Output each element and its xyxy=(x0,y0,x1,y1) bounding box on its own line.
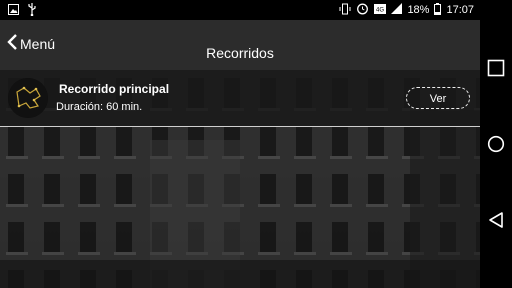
home-icon[interactable] xyxy=(487,135,505,153)
alarm-icon xyxy=(356,2,369,18)
clock: 17:07 xyxy=(446,4,474,16)
app-bar: Menú Recorridos xyxy=(0,20,480,71)
status-bar: 4G 18% 17:07 xyxy=(0,0,480,20)
network-icon: 4G xyxy=(374,3,387,18)
tour-thumbnail xyxy=(8,78,48,118)
image-icon xyxy=(8,4,19,18)
page-title: Recorridos xyxy=(206,45,274,61)
view-tour-button[interactable]: Ver xyxy=(406,87,470,109)
usb-icon xyxy=(27,3,37,19)
navigation-bar xyxy=(480,0,512,288)
svg-text:4G: 4G xyxy=(376,7,384,13)
recent-apps-icon[interactable] xyxy=(487,59,505,77)
app-screen: 4G 18% 17:07 Menú Recorridos Recorrido p… xyxy=(0,0,480,288)
signal-icon xyxy=(391,3,403,17)
tour-title: Recorrido principal xyxy=(59,82,170,96)
tour-duration: Duración: 60 min. xyxy=(56,101,143,113)
battery-icon xyxy=(434,2,442,18)
battery-percent: 18% xyxy=(407,4,430,16)
back-icon[interactable] xyxy=(487,211,505,229)
vibrate-icon xyxy=(339,3,351,18)
